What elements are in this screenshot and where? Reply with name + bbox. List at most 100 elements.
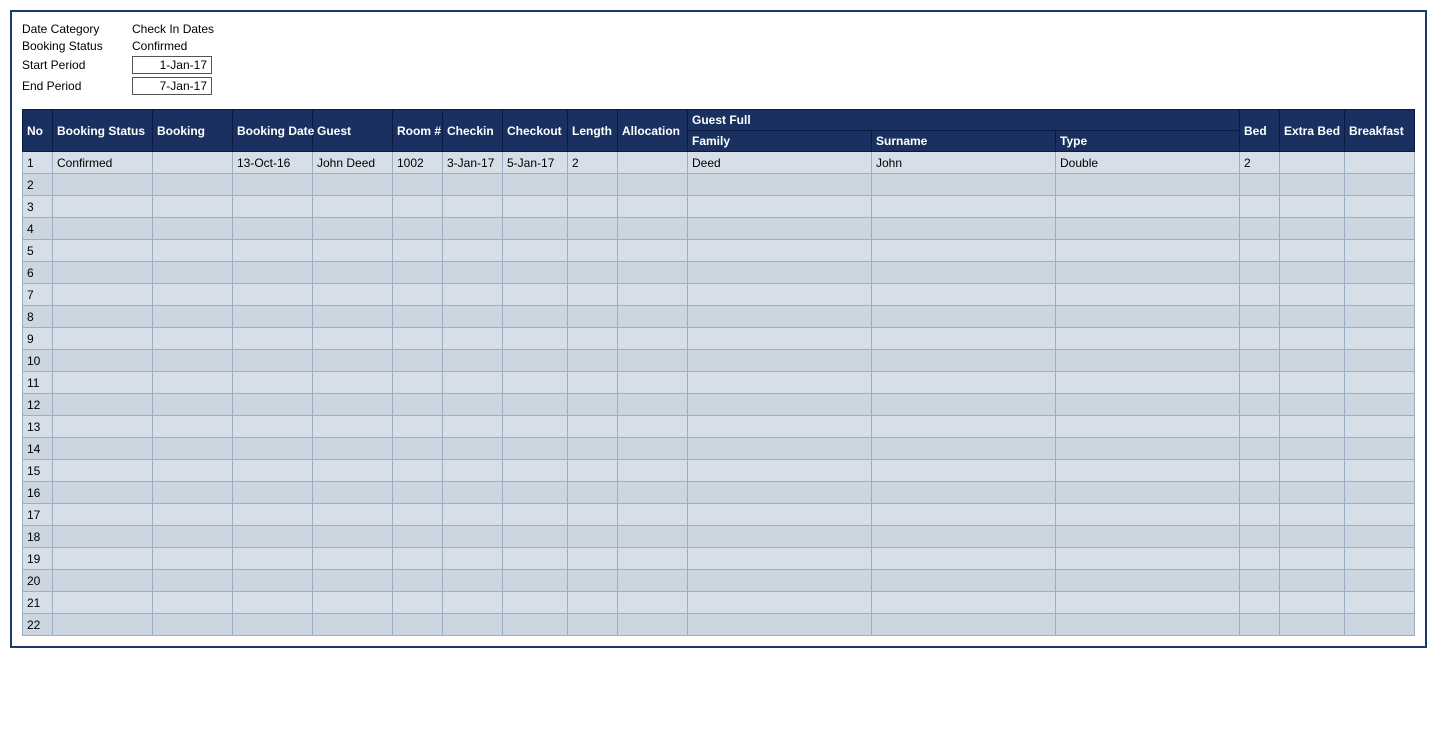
cell-allocation [618,416,688,438]
cell-bed [1240,438,1280,460]
cell-checkin [443,548,503,570]
cell-family [688,570,872,592]
end-period-input[interactable] [132,77,212,95]
cell-room [393,394,443,416]
table-row: 22 [23,614,1415,636]
cell-allocation [618,240,688,262]
cell-bed [1240,548,1280,570]
table-row: 15 [23,460,1415,482]
cell-allocation [618,438,688,460]
cell-no: 9 [23,328,53,350]
cell-type [1056,416,1240,438]
cell-booking_date [233,372,313,394]
cell-guest [313,438,393,460]
cell-checkout [503,394,568,416]
cell-allocation [618,614,688,636]
cell-booking_status [53,614,153,636]
col-header-extra-bed: Extra Bed [1280,110,1345,152]
cell-checkin [443,174,503,196]
cell-booking_status: Confirmed [53,152,153,174]
cell-checkin [443,196,503,218]
cell-family [688,416,872,438]
cell-extra_bed [1280,328,1345,350]
cell-surname [872,284,1056,306]
col-header-allocation: Allocation [618,110,688,152]
cell-allocation [618,570,688,592]
cell-room [393,372,443,394]
cell-type [1056,504,1240,526]
cell-guest [313,614,393,636]
cell-bed [1240,306,1280,328]
cell-room [393,526,443,548]
col-header-type: Type [1056,131,1240,152]
cell-room [393,284,443,306]
cell-length [568,372,618,394]
cell-checkin [443,262,503,284]
booking-status-row: Booking Status Confirmed [22,39,1415,53]
cell-breakfast [1345,350,1415,372]
cell-no: 7 [23,284,53,306]
cell-length [568,350,618,372]
cell-checkin [443,284,503,306]
cell-surname [872,482,1056,504]
cell-length [568,262,618,284]
cell-room [393,174,443,196]
cell-breakfast [1345,526,1415,548]
cell-booking_status [53,438,153,460]
cell-guest [313,240,393,262]
cell-extra_bed [1280,460,1345,482]
cell-family [688,438,872,460]
cell-family [688,328,872,350]
cell-checkout [503,328,568,350]
cell-checkin [443,570,503,592]
cell-length [568,482,618,504]
cell-booking_status [53,328,153,350]
cell-extra_bed [1280,262,1345,284]
cell-type [1056,460,1240,482]
cell-booking_status [53,372,153,394]
cell-length [568,526,618,548]
booking-status-value: Confirmed [132,39,187,53]
cell-booking_status [53,570,153,592]
cell-guest [313,416,393,438]
cell-booking_status [53,196,153,218]
start-period-input[interactable] [132,56,212,74]
cell-checkin [443,372,503,394]
cell-surname [872,526,1056,548]
cell-booking_date [233,504,313,526]
cell-guest [313,394,393,416]
cell-type [1056,350,1240,372]
main-container: Date Category Check In Dates Booking Sta… [10,10,1427,648]
cell-checkin [443,240,503,262]
cell-surname [872,240,1056,262]
col-header-no: No [23,110,53,152]
cell-booking [153,152,233,174]
cell-breakfast [1345,284,1415,306]
cell-surname [872,174,1056,196]
cell-allocation [618,284,688,306]
cell-no: 17 [23,504,53,526]
cell-family [688,284,872,306]
cell-checkin [443,306,503,328]
cell-length [568,614,618,636]
cell-extra_bed [1280,570,1345,592]
cell-breakfast [1345,438,1415,460]
cell-bed [1240,394,1280,416]
cell-length: 2 [568,152,618,174]
cell-booking [153,196,233,218]
cell-checkout [503,614,568,636]
cell-extra_bed [1280,196,1345,218]
cell-type [1056,328,1240,350]
cell-bed [1240,350,1280,372]
cell-guest [313,372,393,394]
cell-length [568,416,618,438]
cell-booking_status [53,174,153,196]
cell-checkin [443,460,503,482]
cell-booking [153,526,233,548]
cell-no: 15 [23,460,53,482]
table-row: 5 [23,240,1415,262]
cell-guest [313,526,393,548]
cell-checkout [503,460,568,482]
cell-booking [153,416,233,438]
cell-checkin [443,614,503,636]
